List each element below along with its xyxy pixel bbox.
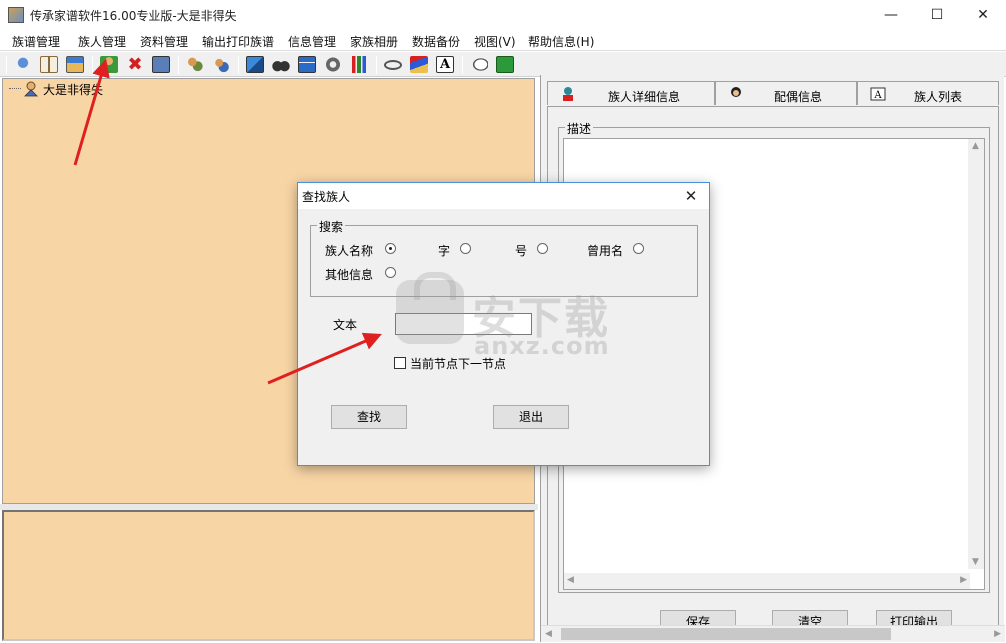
portrait-icon[interactable] [152, 56, 170, 73]
panel-horizontal-scrollbar[interactable]: ◀ ▶ [541, 625, 1005, 642]
scroll-up-icon[interactable]: ▲ [972, 141, 979, 151]
menu-backup[interactable]: 数据备份 [412, 33, 460, 50]
tree-icon[interactable] [298, 56, 316, 73]
gear-icon[interactable] [324, 56, 342, 73]
font-icon[interactable]: A [436, 56, 454, 73]
menu-data[interactable]: 资料管理 [140, 33, 188, 50]
radio-former-name-label: 曾用名 [587, 244, 624, 258]
radio-alias-circle[interactable] [537, 243, 548, 254]
dialog-title: 查找族人 [302, 190, 351, 204]
menu-print[interactable]: 输出打印族谱 [202, 33, 274, 50]
toolbar-separator [238, 56, 239, 74]
radio-former-name[interactable]: 曾用名 [587, 242, 651, 258]
watermark-subtext: anxz.com [474, 332, 610, 360]
tree-connector [9, 88, 21, 89]
find-button[interactable]: 查找 [331, 405, 407, 429]
bar-chart-icon[interactable] [350, 56, 368, 73]
books-icon[interactable] [410, 56, 428, 73]
dialog-title-bar: 查找族人 ✕ [298, 183, 709, 209]
person-node-icon [23, 81, 39, 97]
svg-text:A: A [873, 90, 882, 101]
close-button[interactable]: ✕ [960, 0, 1006, 30]
layout-icon[interactable] [246, 56, 264, 73]
chat-icon[interactable] [470, 56, 488, 73]
app-icon [8, 7, 24, 23]
radio-member-name-label: 族人名称 [325, 244, 374, 258]
toolbar-separator [92, 56, 93, 74]
dialog-close-button[interactable]: ✕ [679, 184, 703, 208]
radio-other-info-circle[interactable] [385, 267, 396, 278]
image-icon[interactable] [66, 56, 84, 73]
maximize-button[interactable]: ☐ [914, 0, 960, 30]
menu-view[interactable]: 视图(V) [474, 33, 516, 50]
menu-genealogy[interactable]: 族谱管理 [12, 33, 60, 50]
scroll-left-icon[interactable]: ◀ [567, 575, 574, 585]
book-icon[interactable] [40, 56, 58, 73]
radio-former-name-circle[interactable] [633, 243, 644, 254]
window-title: 传承家谱软件16.00专业版-大是非得失 [30, 9, 237, 23]
tab-member-list-label: 族人列表 [914, 90, 963, 104]
group-icon[interactable] [186, 56, 204, 73]
toolbar-separator [462, 56, 463, 74]
radio-other-info[interactable]: 其他信息 [325, 266, 405, 282]
watermark-logo-icon [396, 272, 464, 344]
radio-courtesy-name-label: 字 [438, 244, 451, 258]
exit-icon[interactable] [496, 56, 514, 73]
toolbar-separator [178, 56, 179, 74]
toolbar-separator [376, 56, 377, 74]
tab-spouse-info[interactable]: 配偶信息 [715, 81, 857, 105]
font-list-icon: A [870, 86, 886, 102]
menu-help[interactable]: 帮助信息(H) [528, 33, 594, 50]
search-text-label: 文本 [333, 318, 358, 332]
radio-courtesy-name-circle[interactable] [460, 243, 471, 254]
scroll-down-icon[interactable]: ▼ [972, 557, 979, 567]
toolbar: ✖ A [0, 52, 1006, 77]
panel-scroll-right-icon[interactable]: ▶ [994, 629, 1001, 639]
delete-icon[interactable]: ✖ [126, 56, 144, 74]
panel-scroll-left-icon[interactable]: ◀ [545, 629, 552, 639]
menu-bar: 族谱管理 族人管理 资料管理 输出打印族谱 信息管理 家族相册 数据备份 视图(… [0, 30, 1006, 51]
tab-member-details[interactable]: 族人详细信息 [547, 81, 715, 105]
tab-spouse-info-label: 配偶信息 [774, 90, 823, 104]
tab-member-details-label: 族人详细信息 [608, 90, 681, 104]
menu-info[interactable]: 信息管理 [288, 33, 336, 50]
current-node-checkbox[interactable] [394, 357, 406, 369]
radio-other-info-label: 其他信息 [325, 268, 374, 282]
member-icon [560, 86, 576, 102]
menu-members[interactable]: 族人管理 [78, 33, 126, 50]
description-vertical-scrollbar[interactable]: ▲ ▼ [968, 139, 984, 569]
link-icon[interactable] [384, 60, 402, 70]
binoculars-icon[interactable] [272, 56, 290, 73]
radio-member-name-circle[interactable] [385, 243, 396, 254]
panel-scroll-thumb[interactable] [561, 628, 891, 640]
pin-icon[interactable] [14, 56, 32, 73]
menu-album[interactable]: 家族相册 [350, 33, 398, 50]
description-horizontal-scrollbar[interactable]: ◀ ▶ [564, 573, 970, 589]
description-title: 描述 [565, 120, 594, 137]
scroll-right-icon[interactable]: ▶ [960, 575, 967, 585]
spouse-icon [728, 86, 744, 102]
radio-alias[interactable]: 号 [515, 242, 555, 258]
detail-tabs: 族人详细信息 配偶信息 A 族人列表 [547, 79, 999, 107]
toolbar-separator [6, 56, 7, 74]
tree-root-label[interactable]: 大是非得失 [43, 81, 103, 98]
tab-member-list[interactable]: A 族人列表 [857, 81, 999, 105]
lower-info-pane [2, 510, 535, 641]
add-person-icon[interactable] [100, 56, 118, 73]
exit-button[interactable]: 退出 [493, 405, 569, 429]
radio-alias-label: 号 [515, 244, 528, 258]
search-group-title: 搜索 [317, 218, 346, 235]
family-icon[interactable] [212, 56, 230, 73]
title-bar: 传承家谱软件16.00专业版-大是非得失 — ☐ ✕ [0, 0, 1006, 30]
radio-courtesy-name[interactable]: 字 [438, 242, 478, 258]
radio-member-name[interactable]: 族人名称 [325, 242, 405, 258]
minimize-button[interactable]: — [868, 0, 914, 30]
